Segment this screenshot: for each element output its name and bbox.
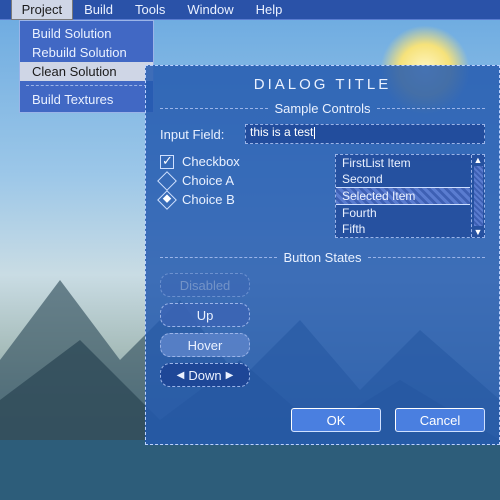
listbox[interactable]: FirstList Item Second Selected Item Four… [335,154,485,238]
list-item-selected[interactable]: Selected Item [336,187,470,205]
group-button-states-label: Button States [283,250,361,265]
dialog-title: DIALOG TITLE [160,76,485,93]
button-down[interactable]: ◀ Down ▶ [160,363,250,387]
list-item[interactable]: Second [336,171,470,187]
menu-project[interactable]: Project [11,0,73,20]
dropdown-item-build-textures[interactable]: Build Textures [20,90,153,109]
group-sample-controls-label: Sample Controls [274,101,370,116]
button-down-label: Down [188,368,221,383]
project-dropdown: Build Solution Rebuild Solution Clean So… [19,20,154,113]
cancel-button[interactable]: Cancel [395,408,485,432]
scroll-down-icon[interactable]: ▼ [474,227,483,237]
scroll-thumb[interactable] [474,166,483,226]
menu-view[interactable]: ew [0,0,11,20]
group-sample-controls: Sample Controls [160,101,485,116]
list-item[interactable]: Fourth [336,205,470,221]
dropdown-separator [26,85,147,86]
checkbox-icon [160,155,174,169]
checkbox-row[interactable]: Checkbox [160,154,317,169]
list-item[interactable]: Fifth [336,221,470,237]
input-field-value: this is a test [250,125,313,139]
dialog-window: DIALOG TITLE Sample Controls Input Field… [145,65,500,445]
radio-choice-b[interactable]: Choice B [160,192,317,207]
scrollbar[interactable]: ▲ ▼ [471,155,484,237]
radio-icon [157,171,177,191]
arrow-left-icon: ◀ [177,370,185,381]
dropdown-item-build-solution[interactable]: Build Solution [20,24,153,43]
checkbox-label: Checkbox [182,154,240,169]
input-field[interactable]: this is a test [245,124,485,144]
radio-a-label: Choice A [182,173,234,188]
list-item[interactable]: FirstList Item [336,155,470,171]
arrow-right-icon: ▶ [226,370,234,381]
input-field-label: Input Field: [160,127,235,142]
menu-build[interactable]: Build [73,0,124,20]
radio-icon [157,190,177,210]
dropdown-item-clean-solution[interactable]: Clean Solution [20,62,153,81]
scroll-up-icon[interactable]: ▲ [474,155,483,165]
radio-b-label: Choice B [182,192,235,207]
button-disabled: Disabled [160,273,250,297]
text-cursor [314,127,315,139]
menu-help[interactable]: Help [245,0,294,20]
radio-choice-a[interactable]: Choice A [160,173,317,188]
group-button-states: Button States [160,250,485,265]
menu-window[interactable]: Window [176,0,244,20]
menu-tools[interactable]: Tools [124,0,176,20]
button-hover[interactable]: Hover [160,333,250,357]
button-up[interactable]: Up [160,303,250,327]
dropdown-item-rebuild-solution[interactable]: Rebuild Solution [20,43,153,62]
ok-button[interactable]: OK [291,408,381,432]
menubar: ew Project Build Tools Window Help [0,0,500,20]
